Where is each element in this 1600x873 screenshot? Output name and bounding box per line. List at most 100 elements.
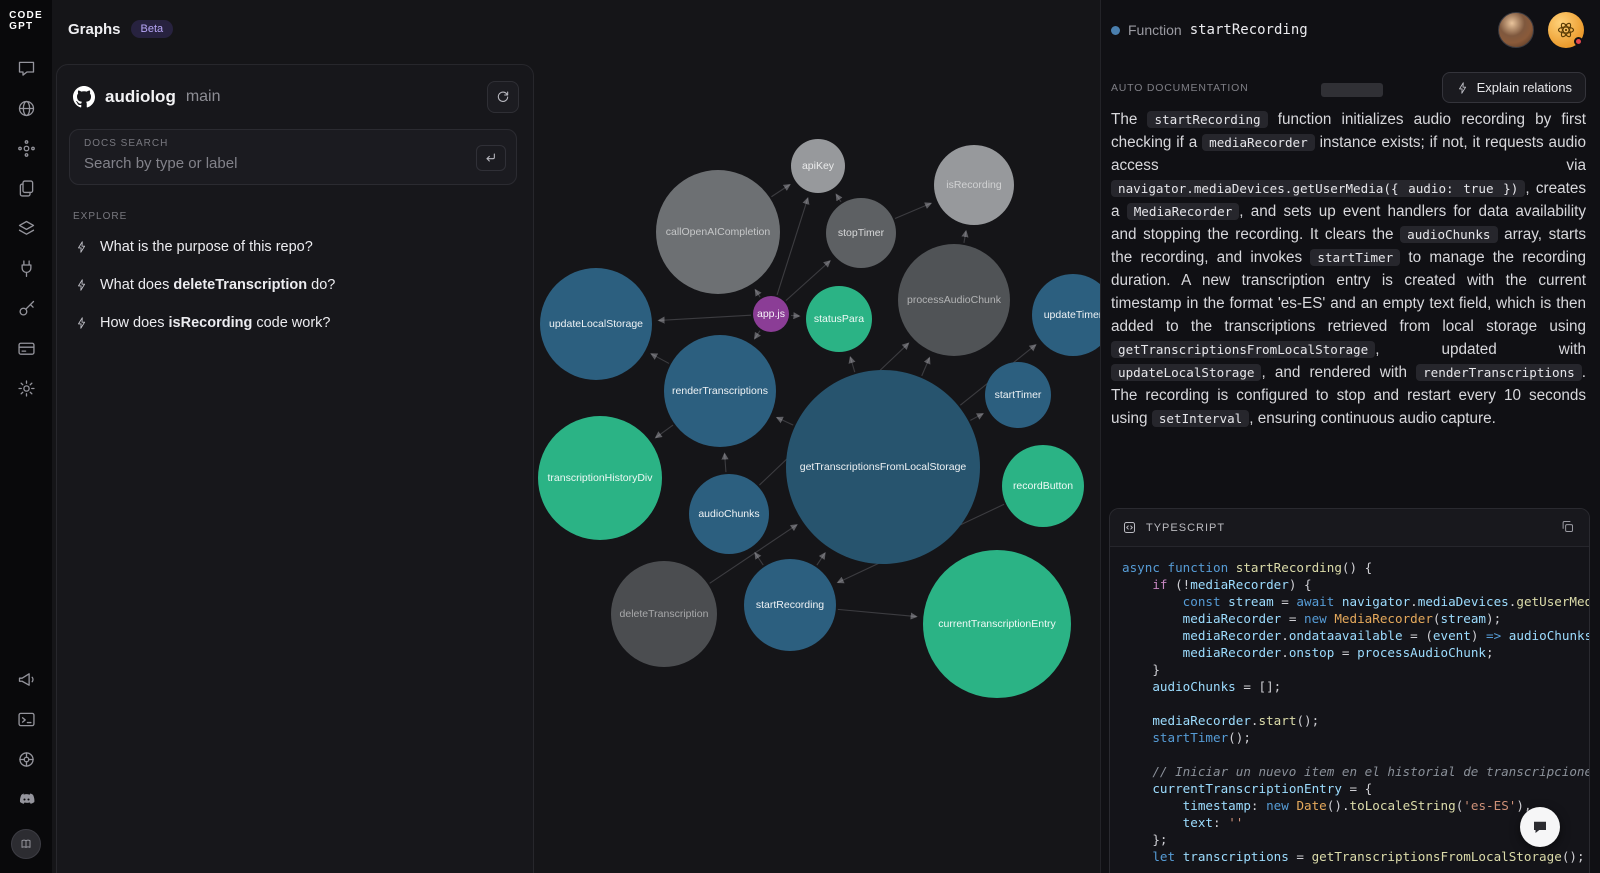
bolt-icon [1458,81,1466,94]
graph-node-audioChunks[interactable]: audioChunks [689,474,769,554]
beta-badge: Beta [130,20,174,38]
inspector-panel: Function startRecording AUTO DOCUMENTATI… [1100,0,1600,873]
code-line: let transcriptions = getTranscriptionsFr… [1152,849,1585,864]
symbol-kind: Function [1128,22,1182,38]
symbol-header: Function startRecording [1111,22,1308,38]
rail-agents-button[interactable] [16,138,37,159]
graph-node-updateLocalStorage[interactable]: updateLocalStorage [540,268,652,380]
code-line: const stream = await navigator.mediaDevi… [1182,594,1589,609]
code-line: if (!mediaRecorder) { [1152,577,1312,592]
code-line: mediaRecorder = new MediaRecorder(stream… [1182,611,1502,626]
rail-discord-button[interactable] [16,789,37,810]
bolt-icon [78,317,86,329]
discord-icon [19,793,34,804]
bolt-icon [78,279,86,291]
terminal-icon [17,712,35,727]
chat-bubble-icon [1534,821,1546,833]
helm-icon [18,752,34,767]
auto-documentation-label: AUTO DOCUMENTATION [1111,81,1249,94]
app-window: apiKey isRecording callOpenAICompletion sto… [0,0,1600,873]
globe-icon [18,100,34,117]
graph-node-startTimer[interactable]: startTimer [985,362,1051,428]
refresh-icon [497,91,509,102]
key-icon [18,300,34,316]
inline-code-chip: MediaRecorder [1126,203,1240,220]
code-line: startTimer(); [1152,730,1251,745]
inline-code-chip: mediaRecorder [1202,134,1315,151]
doc-text-segment: , ensuring continuous audio capture. [1249,410,1496,427]
graph-node-recordButton[interactable]: recordButton [1002,445,1084,527]
code-line: } [1122,662,1160,677]
symbol-name: startRecording [1189,22,1308,38]
notification-button[interactable] [1548,12,1584,48]
layers-icon [18,220,34,235]
explore-question[interactable]: How does isRecording code work? [61,304,529,342]
return-icon [486,153,495,162]
code-lines: async function startRecording() { if (!m… [1110,547,1589,865]
rail-profile-button[interactable] [11,829,41,859]
graph-node-apiKey[interactable]: apiKey [791,139,845,193]
doc-text: The startRecording function initializes … [1111,108,1586,430]
rail-chat-button[interactable] [16,58,37,79]
graph-node-transcriptionHistoryDiv[interactable]: transcriptionHistoryDiv [538,416,662,540]
docs-search-input[interactable] [84,155,397,172]
inline-code-chip: audioChunks [1400,226,1498,243]
notification-dot [1574,37,1583,46]
graph-node-stopTimer[interactable]: stopTimer [826,198,896,268]
rail-keys-button[interactable] [16,298,37,319]
rail-announcements-button[interactable] [16,669,37,690]
megaphone-icon [18,673,34,686]
ai-agents-icon [17,140,35,157]
doc-text-segment: , and rendered with [1261,364,1417,381]
graph-node-statusPara[interactable]: statusPara [806,286,872,352]
code-block: TYPESCRIPT async function startRecording… [1109,508,1590,873]
graph-node-renderTranscriptions[interactable]: renderTranscriptions [664,335,776,447]
gear-icon [17,380,35,397]
credit-card-icon [17,342,35,355]
rail-terminal-button[interactable] [16,709,37,730]
explore-question[interactable]: What is the purpose of this repo? [61,228,529,266]
code-header: TYPESCRIPT [1110,509,1589,547]
rail-community-button[interactable] [16,749,37,770]
doc-text-segment: The [1111,111,1148,128]
copy-code-button[interactable] [1558,517,1577,539]
graph-node-processAudioChunk[interactable]: processAudioChunk [898,244,1010,356]
repo-name: audiolog [105,87,176,106]
rail-billing-button[interactable] [16,338,37,359]
docs-search-label: DOCS SEARCH [84,138,169,149]
explore-label: EXPLORE [73,211,128,222]
code-line: text: '' [1182,815,1244,830]
graph-node-isRecording[interactable]: isRecording [934,145,1014,225]
refresh-button[interactable] [487,81,519,113]
page-title: Graphs [68,20,121,38]
graph-node-currentTranscriptionEntry[interactable]: currentTranscriptionEntry [923,550,1071,698]
search-submit-button[interactable] [476,145,506,171]
docs-search-box: DOCS SEARCH [69,129,517,185]
explore-list: What is the purpose of this repo? What do… [57,228,533,342]
rail-settings-button[interactable] [16,378,37,399]
rail-files-button[interactable] [16,178,37,199]
chat-fab[interactable] [1520,807,1560,847]
code-line: timestamp: new Date().toLocaleString('es… [1182,798,1532,813]
copy-files-icon [19,180,33,197]
bolt-icon [78,241,86,253]
redacted-blur [1321,83,1383,97]
graph-node-deleteTranscription[interactable]: deleteTranscription [611,561,717,667]
user-avatar[interactable] [1498,12,1534,48]
topbar: Graphs Beta [68,20,174,38]
explore-question[interactable]: What does deleteTranscription do? [61,266,529,304]
rail-api-button[interactable] [16,258,37,279]
inline-code-chip: navigator.mediaDevices.getUserMedia({ au… [1111,180,1526,197]
graph-node-startRecording[interactable]: startRecording [744,559,836,651]
rail-explore-button[interactable] [16,98,37,119]
code-file-icon [1124,522,1135,533]
code-line: async function startRecording() { [1122,560,1373,575]
code-line: mediaRecorder.onstop = processAudioChunk… [1182,645,1494,660]
graph-node-app.js[interactable]: app.js [753,296,789,332]
copy-icon [1562,520,1573,532]
graph-node-getTranscriptionsFromLocalStorage[interactable]: getTranscriptionsFromLocalStorage [786,370,980,564]
graph-node-callOpenAICompletion[interactable]: callOpenAICompletion [656,170,780,294]
explain-relations-button[interactable]: Explain relations [1441,72,1586,103]
rail-layers-button[interactable] [16,218,37,239]
